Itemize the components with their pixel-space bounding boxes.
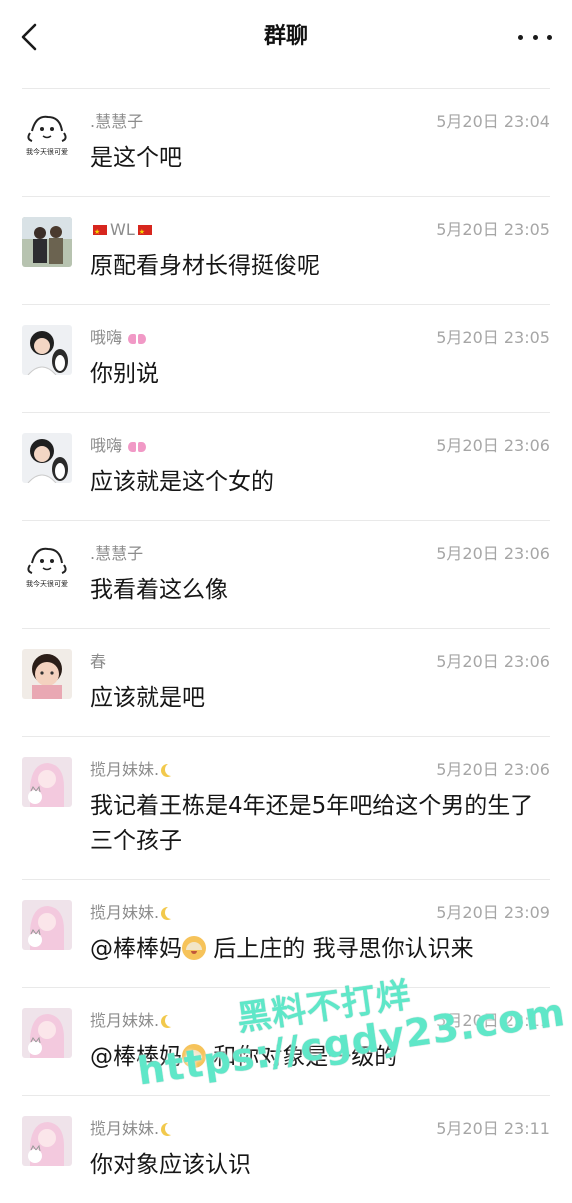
message-time: 5月20日 23:05 (436, 220, 550, 239)
sender-name-text: WL (110, 220, 135, 239)
avatar[interactable] (22, 325, 72, 375)
avatar[interactable] (22, 217, 72, 267)
doodle-avatar-icon: 我今天很可爱 (22, 109, 72, 159)
message-time: 5月20日 23:09 (436, 903, 550, 922)
message-item[interactable]: 揽月妹妹. 5月20日 23:11 你对象应该认识 (22, 1095, 550, 1203)
message-time: 5月20日 23:06 (436, 544, 550, 563)
message-item[interactable]: 哦嗨 5月20日 23:05 你别说 (22, 304, 550, 412)
message-item[interactable]: WL 5月20日 23:05 原配看身材长得挺俊呢 (22, 196, 550, 304)
message-time: 5月20日 23:11 (436, 1119, 550, 1138)
china-flag-icon (93, 221, 107, 243)
message-item[interactable]: 春 5月20日 23:06 应该就是吧 (22, 628, 550, 736)
mention-link[interactable]: @棒棒妈 (90, 936, 182, 962)
sender-name: 揽月妹妹. (90, 902, 178, 924)
message-text: 我看着这么像 (90, 577, 228, 603)
more-options-button[interactable] (518, 24, 552, 50)
avatar[interactable] (22, 1116, 72, 1166)
message-time: 5月20日 23:06 (436, 652, 550, 671)
message-text: 应该就是吧 (90, 685, 205, 711)
sender-name: WL (90, 219, 155, 243)
avatar[interactable] (22, 433, 72, 483)
more-icon (518, 34, 523, 40)
message-text-rest: 和你对象是一级的 (206, 1044, 398, 1070)
message-time: 5月20日 23:11 (436, 1011, 550, 1030)
message-time: 5月20日 23:06 (436, 760, 550, 779)
moon-icon (165, 1122, 178, 1135)
message-text: @棒棒妈 后上庄的 我寻思你认识来 (90, 932, 546, 967)
message-text: 你对象应该认识 (90, 1152, 251, 1178)
sender-name: .慧慧子 (90, 544, 144, 563)
chat-header: 群聊 (0, 0, 572, 74)
sender-name: 揽月妹妹. (90, 1118, 178, 1140)
svg-text:我今天很可爱: 我今天很可爱 (26, 147, 68, 156)
anime-avatar-icon (22, 900, 72, 950)
message-text: 你别说 (90, 361, 159, 387)
message-text: 原配看身材长得挺俊呢 (90, 253, 320, 279)
girl-penguin-avatar-icon (22, 325, 72, 375)
moon-icon (165, 763, 178, 776)
message-text: 我记着王栋是4年还是5年吧给这个男的生了三个孩子 (90, 793, 534, 854)
avatar[interactable] (22, 649, 72, 699)
avatar[interactable] (22, 900, 72, 950)
girl-penguin-avatar-icon (22, 433, 72, 483)
sender-name-text: 揽月妹妹. (90, 1119, 160, 1138)
avatar[interactable] (22, 757, 72, 807)
anime-avatar-icon (22, 1116, 72, 1166)
mention-link[interactable]: @棒棒妈 (90, 1044, 182, 1070)
avatar[interactable]: 我今天很可爱 (22, 109, 72, 159)
message-item[interactable]: 揽月妹妹. 5月20日 23:06 我记着王栋是4年还是5年吧给这个男的生了三个… (22, 736, 550, 879)
message-item[interactable]: 揽月妹妹. 5月20日 23:09 @棒棒妈 后上庄的 我寻思你认识来 (22, 879, 550, 987)
svg-text:我今天很可爱: 我今天很可爱 (26, 579, 68, 588)
message-text-rest: 后上庄的 我寻思你认识来 (206, 936, 474, 962)
sender-name: 揽月妹妹. (90, 1010, 178, 1032)
baby-avatar-icon (22, 649, 72, 699)
more-icon-dot (532, 34, 538, 40)
message-text: 是这个吧 (90, 145, 182, 171)
message-item[interactable]: 哦嗨 5月20日 23:06 应该就是这个女的 (22, 412, 550, 520)
anime-avatar-icon (22, 757, 72, 807)
sender-name: 春 (90, 652, 107, 671)
china-flag-icon (137, 221, 152, 243)
sender-name: .慧慧子 (90, 112, 144, 131)
avatar[interactable] (22, 1008, 72, 1058)
message-text: @棒棒妈 和你对象是一级的 (90, 1040, 546, 1075)
page-title: 群聊 (263, 24, 308, 49)
bow-icon (128, 441, 147, 453)
sender-name-text: 揽月妹妹. (90, 903, 160, 922)
sender-name-text: 哦嗨 (90, 436, 123, 455)
message-time: 5月20日 23:05 (436, 328, 550, 347)
more-icon-dot (547, 34, 552, 40)
message-item[interactable]: 我今天很可爱 .慧慧子 5月20日 23:04 是这个吧 (22, 88, 550, 196)
moon-icon (165, 906, 178, 919)
photo-avatar-icon (22, 217, 72, 267)
baby-face-emoji-icon (182, 1044, 206, 1068)
sender-name-text: 哦嗨 (90, 328, 123, 347)
message-text: 应该就是这个女的 (90, 469, 274, 495)
sender-name: 哦嗨 (90, 435, 147, 457)
message-item[interactable]: 我今天很可爱 .慧慧子 5月20日 23:06 我看着这么像 (22, 520, 550, 628)
bow-icon (128, 333, 147, 345)
avatar[interactable]: 我今天很可爱 (22, 541, 72, 591)
doodle-avatar-icon: 我今天很可爱 (22, 541, 72, 591)
moon-icon (165, 1014, 178, 1027)
message-time: 5月20日 23:04 (436, 112, 550, 131)
sender-name-text: 揽月妹妹. (90, 760, 160, 779)
message-item[interactable]: 揽月妹妹. 5月20日 23:11 @棒棒妈 和你对象是一级的 (22, 987, 550, 1095)
sender-name: 揽月妹妹. (90, 759, 178, 781)
message-time: 5月20日 23:06 (436, 436, 550, 455)
anime-avatar-icon (22, 1008, 72, 1058)
sender-name-text: 揽月妹妹. (90, 1011, 160, 1030)
baby-face-emoji-icon (182, 936, 206, 960)
sender-name: 哦嗨 (90, 327, 147, 349)
message-list: 我今天很可爱 .慧慧子 5月20日 23:04 是这个吧 WL 5月20日 23… (0, 88, 572, 1203)
